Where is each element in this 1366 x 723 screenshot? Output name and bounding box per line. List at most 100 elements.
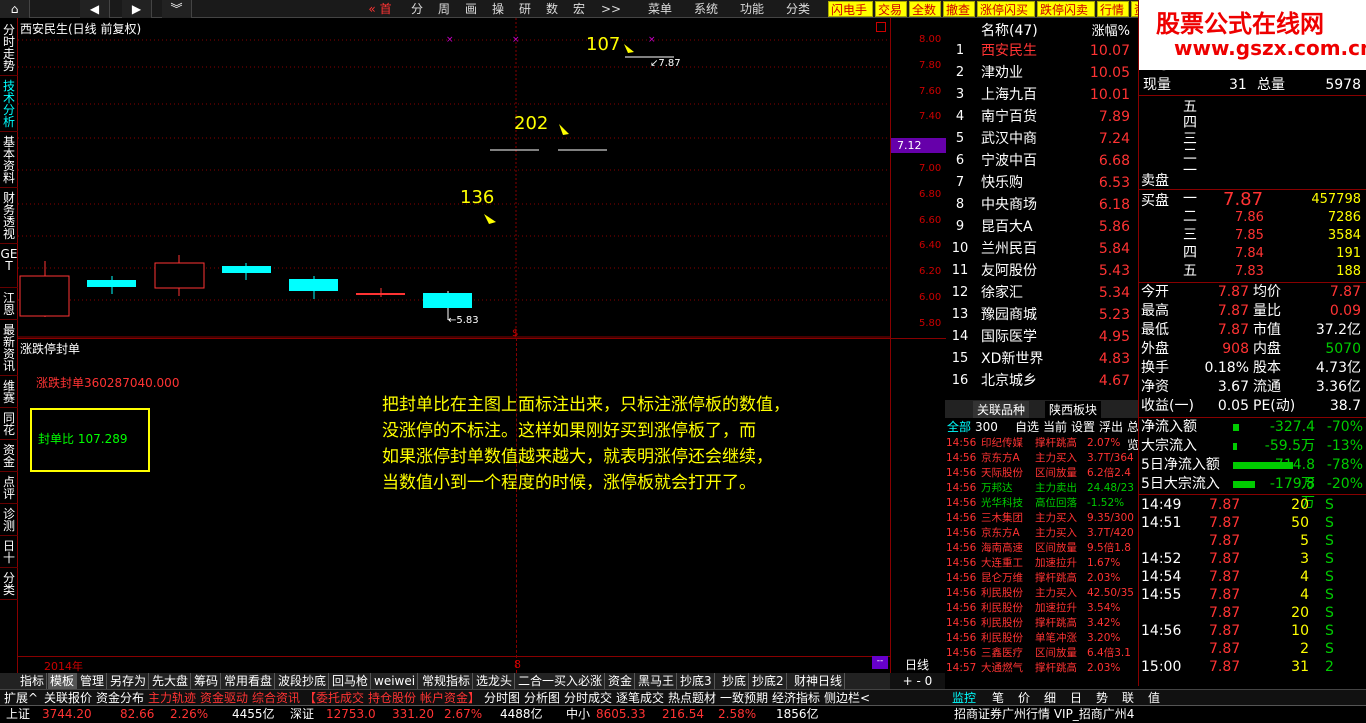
toolbar-tab-12[interactable]: 逐笔成交: [614, 690, 666, 706]
alert-row[interactable]: 14:56 三木集团 主力买入 9.35/300: [945, 511, 1138, 526]
menu-4[interactable]: 研: [512, 0, 538, 18]
alert-row[interactable]: 14:56 利民股份 加速拉升 3.54%: [945, 601, 1138, 616]
toolbar-tab-3[interactable]: 主力轨迹: [146, 690, 198, 706]
indicator-tab-5[interactable]: 筹码: [192, 673, 222, 689]
toolbar-tab-0[interactable]: 扩展^: [2, 690, 40, 706]
buy-level[interactable]: 三 7.85 3584: [1139, 226, 1366, 245]
quote-row[interactable]: 15 XD新世界 4.83: [945, 348, 1138, 370]
menu-more[interactable]: >>: [596, 0, 626, 18]
quote-row[interactable]: 14 国际医学 4.95: [945, 326, 1138, 348]
quote-row[interactable]: 9 昆百大A 5.86: [945, 216, 1138, 238]
toolbar-tab-7[interactable]: 持仓股份: [366, 690, 418, 706]
menu-1[interactable]: 周: [431, 0, 457, 18]
right-tab-4[interactable]: 日: [1068, 690, 1084, 706]
tab-shaanxi[interactable]: 陕西板块: [1045, 401, 1102, 418]
right-tab-6[interactable]: 联: [1120, 690, 1136, 706]
side-tab-7[interactable]: 维赛: [0, 376, 18, 408]
indicator-tab-13[interactable]: 资金: [606, 673, 636, 689]
quote-row[interactable]: 5 武汉中商 7.24: [945, 128, 1138, 150]
home-icon[interactable]: ⌂: [0, 0, 30, 18]
indicator-tab-4[interactable]: 先大盘: [150, 673, 192, 689]
right-tab-7[interactable]: 值: [1146, 690, 1162, 706]
side-tab-3[interactable]: 财务透视: [0, 188, 18, 244]
scroll-button[interactable]: --: [872, 656, 888, 669]
filter-2[interactable]: 自选: [1015, 418, 1039, 436]
list-header-change[interactable]: 涨幅%: [1092, 20, 1130, 39]
indicator-tab-10[interactable]: 常规指标: [420, 673, 474, 689]
toolbar-tab-13[interactable]: 热点题材: [666, 690, 718, 706]
quick-tab-3[interactable]: 撤查: [943, 1, 975, 17]
quote-row[interactable]: 7 快乐购 6.53: [945, 172, 1138, 194]
alert-row[interactable]: 14:56 天际股份 区间放量 6.2倍2.4: [945, 466, 1138, 481]
quote-row[interactable]: 3 上海九百 10.01: [945, 84, 1138, 106]
side-tab-10[interactable]: 点评: [0, 472, 18, 504]
toolbar-tab-9[interactable]: 分时图: [482, 690, 522, 706]
toolbar-tab-11[interactable]: 分时成交: [562, 690, 614, 706]
indicator-tab-9[interactable]: weiwei: [372, 673, 419, 689]
quote-row[interactable]: 2 津劝业 10.05: [945, 62, 1138, 84]
alert-row[interactable]: 14:56 三鑫医疗 区间放量 6.4倍3.1: [945, 646, 1138, 661]
menu-home[interactable]: « 首: [360, 0, 400, 18]
side-tab-0[interactable]: 分时走势: [0, 20, 18, 76]
alert-row[interactable]: 14:56 利民股份 主力买入 42.50/35: [945, 586, 1138, 601]
quote-row[interactable]: 12 徐家汇 5.34: [945, 282, 1138, 304]
side-tab-4[interactable]: GET: [0, 244, 18, 288]
quick-tab-6[interactable]: 行情: [1097, 1, 1129, 17]
period-label[interactable]: 日线: [905, 656, 929, 673]
filter-4[interactable]: 设置: [1071, 418, 1095, 436]
filter-0[interactable]: 全部: [947, 418, 971, 436]
right-tab-1[interactable]: 笔: [990, 690, 1006, 706]
alert-row[interactable]: 14:56 万邦达 主力卖出 24.48/23: [945, 481, 1138, 496]
indicator-tab-7[interactable]: 波段抄底: [276, 673, 330, 689]
menu-5[interactable]: 数: [539, 0, 565, 18]
alert-row[interactable]: 14:57 大通燃气 撑杆跳高 2.03%: [945, 661, 1138, 676]
quote-row[interactable]: 4 南宁百货 7.89: [945, 106, 1138, 128]
quote-row[interactable]: 16 北京城乡 4.67: [945, 370, 1138, 392]
indicator-tab-14[interactable]: 黑马王: [636, 673, 678, 689]
main-menu-2[interactable]: 功能: [732, 0, 772, 18]
alert-row[interactable]: 14:56 利民股份 单笔冲涨 3.20%: [945, 631, 1138, 646]
indicator-tab-12[interactable]: 二合一买入必涨: [516, 673, 606, 689]
side-tab-11[interactable]: 诊测: [0, 504, 18, 536]
alert-row[interactable]: 14:56 利民股份 撑杆跳高 3.42%: [945, 616, 1138, 631]
back-icon[interactable]: ◀: [80, 0, 110, 18]
expand-icon[interactable]: ︾: [162, 0, 192, 18]
toolbar-tab-6[interactable]: 【委托成交: [302, 690, 366, 706]
menu-2[interactable]: 画: [458, 0, 484, 18]
alert-row[interactable]: 14:56 京东方A 主力买入 3.7T/364: [945, 451, 1138, 466]
side-tab-2[interactable]: 基本资料: [0, 132, 18, 188]
toolbar-tab-4[interactable]: 资金驱动: [198, 690, 250, 706]
quote-row[interactable]: 11 友阿股份 5.43: [945, 260, 1138, 282]
alert-row[interactable]: 14:56 大连重工 加速拉升 1.67%: [945, 556, 1138, 571]
alert-row[interactable]: 14:56 海南高速 区间放量 9.5倍1.8: [945, 541, 1138, 556]
forward-icon[interactable]: ▶: [122, 0, 152, 18]
toolbar-tab-15[interactable]: 经济指标: [770, 690, 822, 706]
indicator-tab-15[interactable]: 抄底3: [678, 673, 715, 689]
right-tab-5[interactable]: 势: [1094, 690, 1110, 706]
side-tab-12[interactable]: 日十: [0, 536, 18, 568]
indicator-tab-8[interactable]: 回马枪: [330, 673, 372, 689]
right-tab-0[interactable]: 监控: [950, 690, 978, 706]
right-tab-3[interactable]: 细: [1042, 690, 1058, 706]
quick-tab-4[interactable]: 涨停闪买: [977, 1, 1035, 17]
toolbar-tab-2[interactable]: 资金分布: [94, 690, 146, 706]
toolbar-tab-14[interactable]: 一致预期: [718, 690, 770, 706]
menu-3[interactable]: 操: [485, 0, 511, 18]
buy-level[interactable]: 一 7.87 457798: [1139, 190, 1366, 209]
quote-row[interactable]: 8 中央商场 6.18: [945, 194, 1138, 216]
side-tab-1[interactable]: 技术分析: [0, 76, 18, 132]
quick-tab-0[interactable]: 闪电手: [828, 1, 873, 17]
indicator-tab-3[interactable]: 另存为: [108, 673, 150, 689]
buy-level[interactable]: 五 7.83 188: [1139, 262, 1366, 281]
indicator-tab-6[interactable]: 常用看盘: [222, 673, 276, 689]
side-tab-5[interactable]: 江恩: [0, 288, 18, 320]
indicator-tab-2[interactable]: 管理: [78, 673, 108, 689]
right-tab-2[interactable]: 价: [1016, 690, 1032, 706]
alert-row[interactable]: 14:56 印纪传媒 撑杆跳高 2.07%: [945, 436, 1138, 451]
menu-0[interactable]: 分: [404, 0, 430, 18]
buy-level[interactable]: 二 7.86 7286: [1139, 208, 1366, 227]
indicator-tab-0[interactable]: 指标: [18, 673, 48, 689]
quote-row[interactable]: 10 兰州民百 5.84: [945, 238, 1138, 260]
buy-level[interactable]: 四 7.84 191: [1139, 244, 1366, 263]
side-tab-6[interactable]: 最新资讯: [0, 320, 18, 376]
